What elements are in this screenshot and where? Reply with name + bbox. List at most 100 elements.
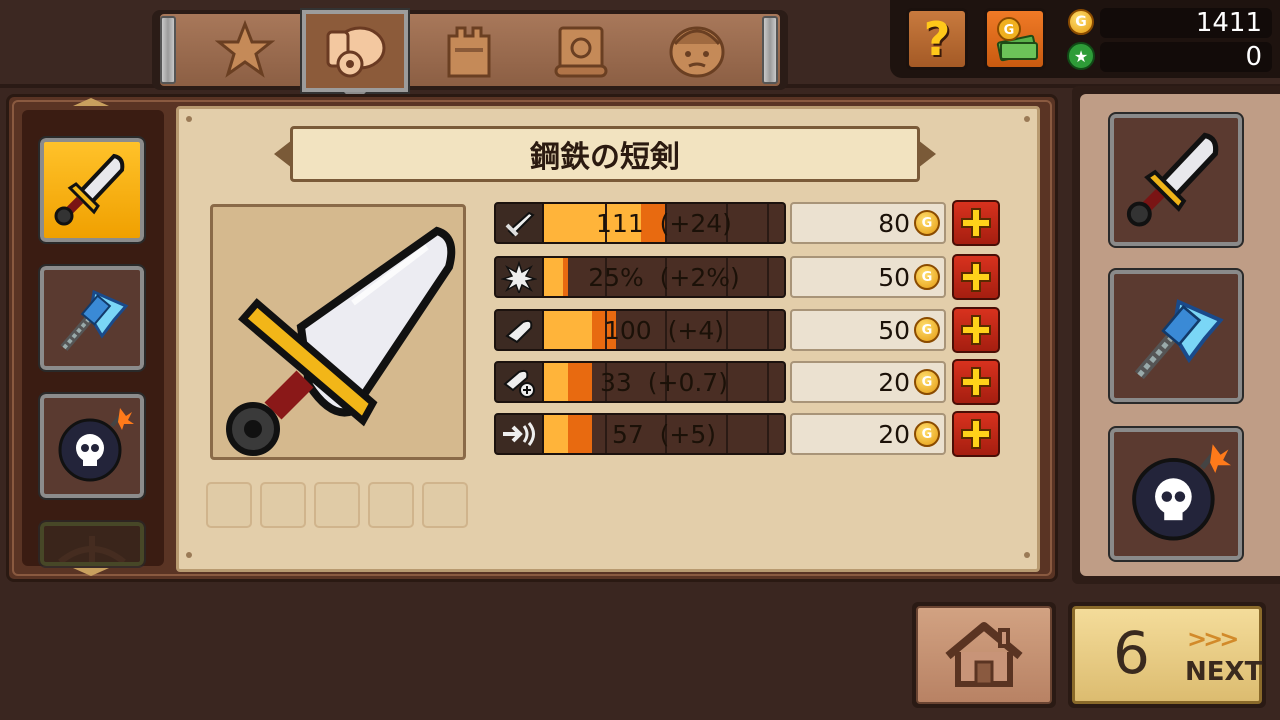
equipped-slot-dagger[interactable] [1108,112,1244,248]
upgrade-plus-button[interactable] [952,200,1000,246]
tab-strip-right-peg [762,16,778,84]
hero-face-icon [669,26,725,78]
upgrade-cost-value: 20 [878,367,910,397]
stat-icon [494,309,544,351]
stat-current: 57 [611,419,644,449]
stat-bar: 100 (+4) [544,309,786,351]
stat-icon [494,413,544,455]
empty-socket[interactable] [422,482,468,528]
cash-stack-icon: G [996,17,1038,62]
home-button[interactable] [912,602,1056,708]
ice-axe-icon [1134,299,1224,380]
star-icon [215,20,275,78]
stat-value: 100 (+4) [544,311,784,349]
upgrade-cost-value: 50 [878,315,910,345]
stat-current: 100 [604,315,652,345]
upgrade-cost-value: 20 [878,419,910,449]
equipped-slot-ice-axe[interactable] [1108,268,1244,404]
tab-hero[interactable] [644,14,750,86]
stat-current: 25% [588,262,644,292]
ice-axe-icon [60,289,129,351]
skull-bomb-icon [58,408,134,482]
empty-socket[interactable] [368,482,414,528]
empty-socket[interactable] [314,482,360,528]
upgrade-plus-button[interactable] [952,307,1000,353]
skull-bomb-icon [1132,444,1231,541]
weapon-slot-crossbow-locked[interactable] [38,520,146,568]
gold-coin-icon: G [914,264,940,290]
stat-bar: 25% (+2%) [544,256,786,298]
next-label: NEXT [1185,657,1263,687]
critical-burst-icon [501,261,537,293]
help-icon: ? [923,12,951,66]
upgrade-cost: 20 G [790,413,946,455]
stage-number: 6 [1113,619,1150,687]
empty-socket[interactable] [206,482,252,528]
crossbow-icon [58,536,126,562]
gem-amount: 0 [1100,42,1272,72]
stat-value: 111 (+24) [544,204,784,242]
dagger-icon [54,153,125,226]
gold-amount: 1411 [1100,8,1272,38]
upgrade-plus-button[interactable] [952,254,1000,300]
shop-button[interactable]: G [984,8,1046,70]
plus-icon [961,262,991,292]
scroll-icon [554,26,608,78]
next-stage-button[interactable]: 6 >>> NEXT [1068,602,1266,708]
weapon-slot-bomb[interactable] [38,392,146,500]
stat-bonus: (+5) [659,419,717,449]
weapon-slot-dagger[interactable] [38,136,146,244]
equipped-slot-bomb[interactable] [1108,426,1244,562]
help-button[interactable]: ? [906,8,968,70]
rivet [1024,116,1030,122]
plus-icon [961,315,991,345]
upgrade-plus-button[interactable] [952,411,1000,457]
dagger-icon [226,226,456,456]
empty-socket[interactable] [260,482,306,528]
rivet [1024,552,1030,558]
weapon-slot-ice-axe[interactable] [38,264,146,372]
scroll-up-arrow-icon[interactable] [73,98,109,106]
gold-coin-icon: G [914,369,940,395]
stat-spacer [644,263,660,292]
tab-star[interactable] [192,14,298,86]
stat-bar: 57 (+5) [544,413,786,455]
home-button-face[interactable] [916,606,1052,704]
upgrade-cost: 20 G [790,361,946,403]
stat-spacer [644,420,660,449]
stat-value: 33 (+0.7) [544,363,784,401]
tab-cannon[interactable] [300,8,410,94]
tab-strip-left-peg [160,16,176,84]
stat-icon [494,256,544,298]
tab-scroll[interactable] [528,14,634,86]
stat-icon [494,361,544,403]
upgrade-cost: 50 G [790,309,946,351]
bullet-icon [505,319,533,344]
speed-sound-icon [503,422,535,446]
stat-current: 111 [596,208,644,238]
stat-bonus: (+0.7) [647,367,728,397]
stat-current: 33 [600,367,632,397]
dagger-icon [1126,132,1219,227]
sword-attack-icon [505,211,535,237]
weapon-preview [210,204,466,460]
tab-castle[interactable] [416,14,522,86]
stat-spacer [644,209,660,238]
stat-bonus: (+2%) [659,262,740,292]
upgrade-cost: 50 G [790,256,946,298]
home-icon [945,622,1023,687]
upgrade-plus-button[interactable] [952,359,1000,405]
upgrade-cost-value: 80 [878,208,910,238]
gold-coin-icon: G [914,421,940,447]
svg-text:G: G [1004,23,1015,38]
upgrade-cost-value: 50 [878,262,910,292]
rivet [186,552,192,558]
next-chevrons-icon: >>> [1187,625,1239,653]
stat-icon [494,202,544,244]
gem-icon: ★ [1067,42,1095,70]
scroll-down-arrow-icon[interactable] [73,568,109,576]
cannon-icon [326,26,386,78]
next-stage-button-face[interactable]: 6 >>> NEXT [1072,606,1262,704]
stat-bar: 111 (+24) [544,202,786,244]
bullet-plus-icon [503,369,535,398]
